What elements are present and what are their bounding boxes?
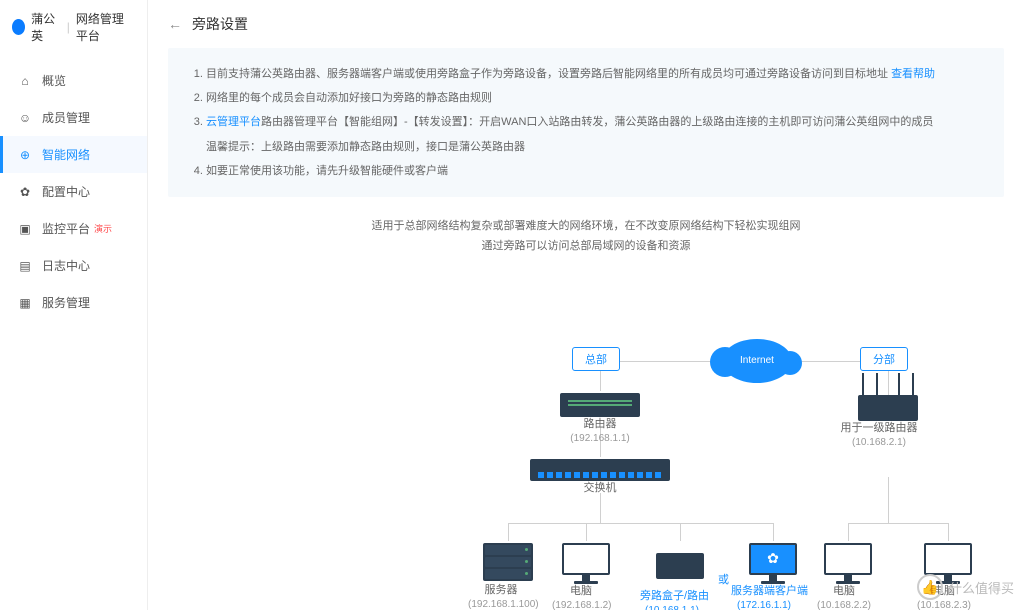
nav-overview[interactable]: ⌂概览 [0,62,147,99]
bypass-box-icon [656,553,704,579]
logo-area: 蒲公英 | 网络管理平台 [0,0,147,54]
diagram-intro: 适用于总部网络结构复杂或部署难度大的网络环境，在不改变原网络结构下轻松实现组网 … [168,217,1004,257]
gear-icon: ✿ [18,185,32,199]
nav-monitor[interactable]: ▣监控平台演示 [0,210,147,247]
pc1-label: 电脑(192.168.1.2) [552,584,610,610]
logo-icon [12,19,25,35]
info-line-1: 目前支持蒲公英路由器、服务器端客户端或使用旁路盒子作为旁路设备，设置旁路后智能网… [206,62,984,86]
router-icon [560,393,640,417]
sidebar: 蒲公英 | 网络管理平台 ⌂概览 ☺成员管理 ⊕智能网络 ✿配置中心 ▣监控平台… [0,0,148,610]
info-line-4: 如要正常使用该功能，请先升级智能硬件或客户端 [206,159,984,183]
switch-icon [530,459,670,481]
branch-tag: 分部 [860,347,908,371]
info-line-2: 网络里的每个成员会自动添加好接口为旁路的静态路由规则 [206,86,984,110]
nav-logs[interactable]: ▤日志中心 [0,247,147,284]
or-text: 或 [718,571,729,587]
nav-list: ⌂概览 ☺成员管理 ⊕智能网络 ✿配置中心 ▣监控平台演示 ▤日志中心 ▦服务管… [0,54,147,321]
pc2-icon [824,543,872,584]
network-icon: ⊕ [18,148,32,162]
app-name-2: 网络管理平台 [76,10,135,44]
home-icon: ⌂ [18,74,32,88]
page-header: ← 旁路设置 [148,0,1024,48]
router-label: 路由器(192.168.1.1) [560,417,640,446]
hq-tag: 总部 [572,347,620,371]
log-icon: ▤ [18,259,32,273]
watermark: 👍 什么值得买 [917,574,1014,600]
branch-router-label: 用于一级路由器(10.168.2.1) [840,421,918,450]
client-icon: ✿ [749,543,797,584]
info-line-3: 云管理平台路由器管理平台【智能组网】-【转发设置】：开启WAN口入站路由转发，蒲… [206,110,984,158]
thumbs-up-icon: 👍 [917,574,943,600]
cloud-icon: Internet [722,339,792,383]
app-name-1: 蒲公英 [31,10,61,44]
service-icon: ▦ [18,296,32,310]
back-arrow-icon[interactable]: ← [168,16,182,32]
help-link[interactable]: 查看帮助 [891,68,935,80]
nav-config[interactable]: ✿配置中心 [0,173,147,210]
nav-smart-network[interactable]: ⊕智能网络 [0,136,147,173]
main-content: ← 旁路设置 目前支持蒲公英路由器、服务器端客户端或使用旁路盒子作为旁路设备，设… [148,0,1024,610]
pc2-label: 电脑(10.168.2.2) [816,584,872,610]
topology-diagram: 适用于总部网络结构复杂或部署难度大的网络环境，在不改变原网络结构下轻松实现组网 … [168,217,1004,610]
nav-members[interactable]: ☺成员管理 [0,99,147,136]
switch-label: 交换机 [530,481,670,496]
pc1-icon [562,543,610,584]
cloud-platform-link[interactable]: 云管理平台 [206,116,261,128]
monitor-icon: ▣ [18,222,32,236]
nav-services[interactable]: ▦服务管理 [0,284,147,321]
server-icon [483,543,533,581]
users-icon: ☺ [18,111,32,125]
server-label: 服务器(192.168.1.100) [468,583,534,610]
info-box: 目前支持蒲公英路由器、服务器端客户端或使用旁路盒子作为旁路设备，设置旁路后智能网… [168,48,1004,197]
page-title: 旁路设置 [192,14,248,34]
client-label: 服务器端客户端(172.16.1.1) [731,584,797,610]
badge-demo: 演示 [94,222,112,235]
wifi-router-icon [858,395,918,421]
bypass-label: 旁路盒子/路由(10.168.1.1) [640,589,704,610]
